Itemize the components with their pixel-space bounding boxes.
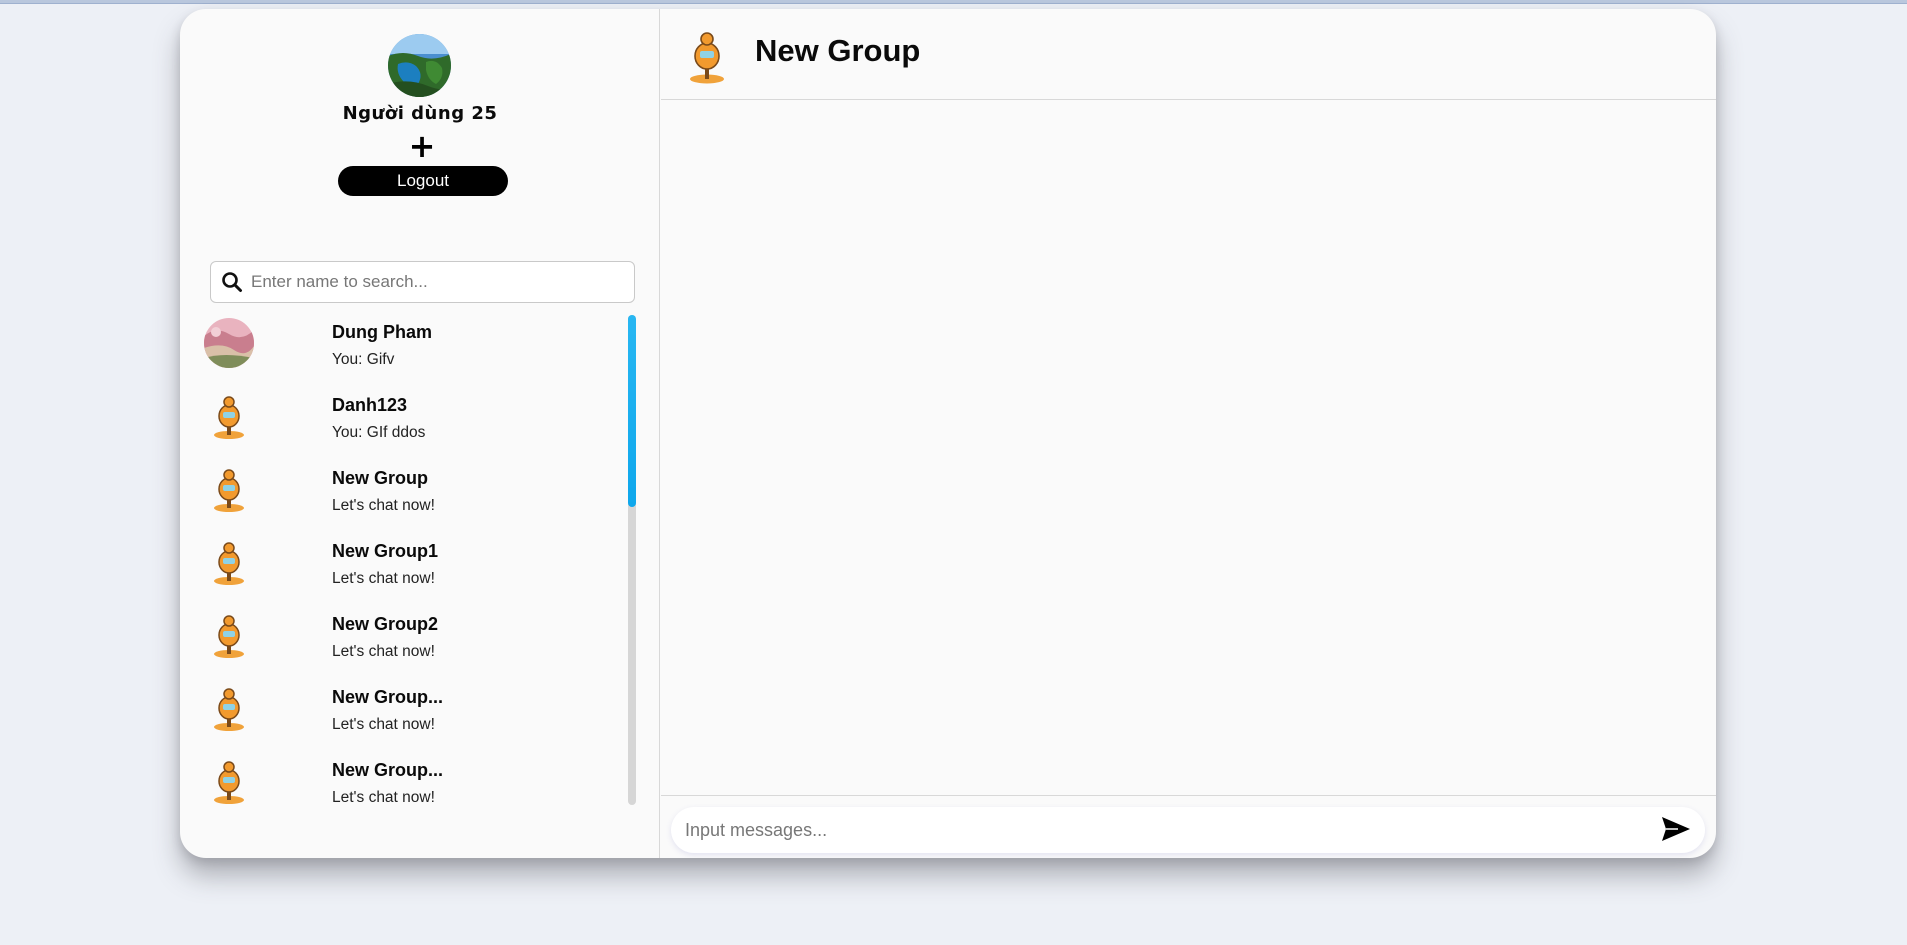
mascot-icon[interactable] (683, 29, 731, 85)
conversation-preview: Let's chat now! (332, 789, 435, 806)
message-composer (661, 795, 1716, 858)
conversation-item-new-group-6[interactable]: New Group... Let's chat now! (180, 752, 630, 819)
scrollbar-thumb[interactable] (628, 315, 636, 507)
conversation-list-scrollbar[interactable] (628, 315, 636, 805)
mascot-icon (204, 391, 254, 441)
conversation-item-new-group[interactable]: New Group Let's chat now! (180, 460, 630, 533)
message-input-wrapper (671, 807, 1705, 853)
send-button[interactable] (1659, 815, 1693, 845)
landscape-avatar-icon (204, 318, 254, 368)
chat-header: New Group (661, 9, 1716, 100)
conversation-name: Danh123 (332, 395, 408, 415)
conversation-preview: Let's chat now! (332, 570, 435, 587)
conversation-name: New Group... (332, 760, 444, 780)
conversation-preview: You: GIf ddos (332, 424, 426, 441)
search-box (210, 261, 635, 303)
sidebar: Người dùng 25 + Logout Enter name to sea… (180, 9, 660, 858)
profile-avatar[interactable] (388, 34, 451, 97)
chat-title: New Group (755, 33, 921, 68)
add-conversation-button[interactable]: + (408, 130, 436, 162)
browser-top-edge (0, 0, 1907, 4)
search-icon (222, 272, 242, 292)
mascot-icon (204, 610, 254, 660)
conversation-name: New Group1 (332, 541, 439, 561)
mascot-icon (204, 464, 254, 514)
conversation-item-new-group1[interactable]: New Group1 Let's chat now! (180, 533, 630, 606)
logout-button[interactable]: Logout (338, 166, 508, 196)
mascot-icon (204, 756, 254, 806)
username: Người dùng 25 (342, 103, 498, 124)
mascot-icon (204, 683, 254, 733)
chat-app-window: Người dùng 25 + Logout Enter name to sea… (180, 9, 1716, 858)
conversation-item-danh123[interactable]: Danh123 You: GIf ddos (180, 387, 630, 460)
mascot-icon (204, 537, 254, 587)
message-input[interactable] (685, 807, 1645, 853)
conversation-name: New Group2 (332, 614, 439, 634)
search-input[interactable] (251, 272, 631, 292)
conversation-preview: Let's chat now! (332, 716, 435, 733)
conversation-item-new-group2[interactable]: New Group2 Let's chat now! (180, 606, 630, 679)
send-icon (1662, 817, 1690, 841)
conversation-name: New Group... (332, 687, 444, 707)
conversation-name: Dung Pham (332, 322, 433, 342)
conversation-preview: You: Gifv (332, 351, 395, 368)
conversation-preview: Let's chat now! (332, 497, 435, 514)
message-area (661, 101, 1716, 795)
conversation-preview: Let's chat now! (332, 643, 435, 660)
conversation-item-dung-pham[interactable]: Dung Pham You: Gifv (180, 314, 630, 387)
conversation-name: New Group (332, 468, 429, 488)
conversation-list: Dung Pham You: Gifv Danh123 You: GIf ddo… (180, 314, 650, 819)
conversation-item-new-group-5[interactable]: New Group... Let's chat now! (180, 679, 630, 752)
